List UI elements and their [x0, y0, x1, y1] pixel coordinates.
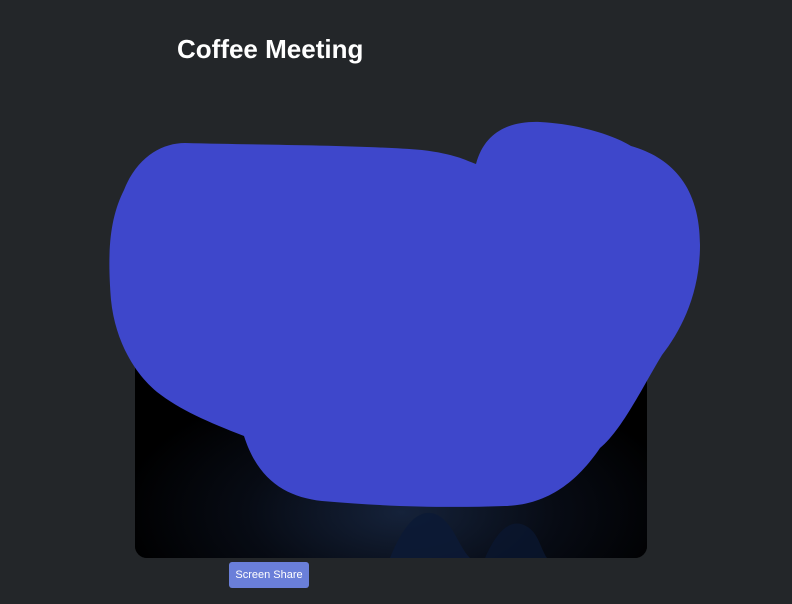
video-content	[135, 305, 647, 558]
screen-share-button[interactable]: Screen Share	[229, 562, 309, 588]
video-feed	[135, 305, 647, 558]
page-title: Coffee Meeting	[177, 34, 364, 64]
